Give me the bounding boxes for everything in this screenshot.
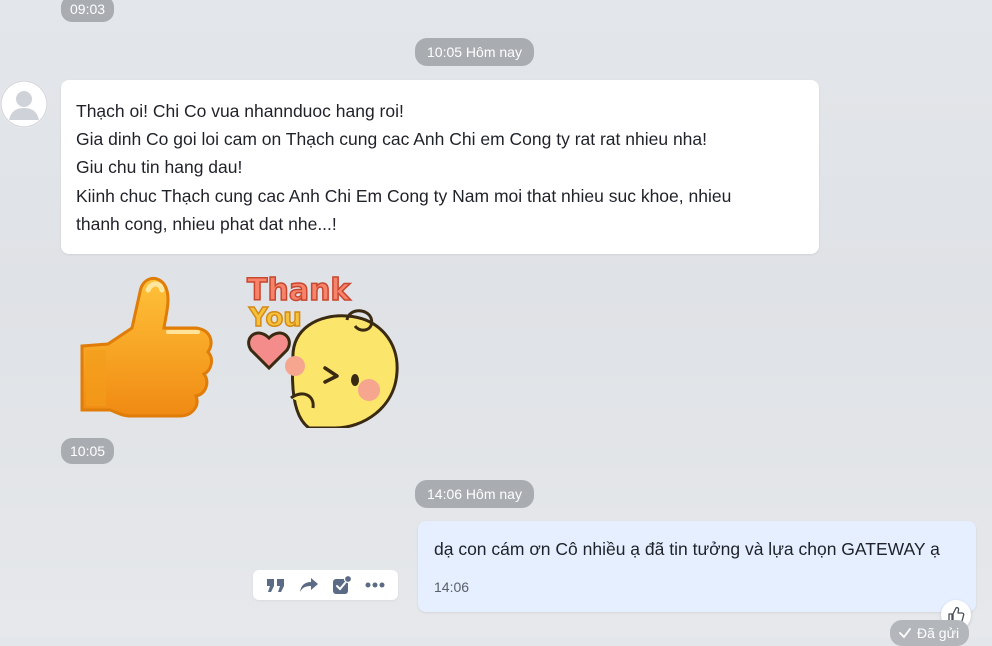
message-line: Kiinh chuc Thạch cung cac Anh Chi Em Con… xyxy=(76,185,732,206)
thank-you-sticker[interactable]: Thank You xyxy=(243,268,403,430)
message-action-toolbar xyxy=(253,570,398,600)
thumbs-up-sticker-icon xyxy=(80,276,213,418)
incoming-message-bubble[interactable]: Thạch oi! Chi Co vua nhannduoc hang roi!… xyxy=(61,80,819,254)
forward-icon xyxy=(299,578,318,592)
timestamp-pill: 09:03 xyxy=(61,0,115,22)
task-check-icon xyxy=(333,575,353,594)
thumbs-up-sticker[interactable] xyxy=(72,270,217,420)
timestamp-pill: 10:05 xyxy=(61,438,115,464)
forward-button[interactable] xyxy=(295,571,323,599)
message-time: 14:06 xyxy=(434,579,470,595)
date-separator: 14:06 Hôm nay xyxy=(415,480,534,508)
message-line: Giu chu tin hang dau! xyxy=(76,157,243,178)
quote-icon xyxy=(266,579,284,592)
outgoing-message-bubble[interactable]: dạ con cám ơn Cô nhiều ạ đã tin tưởng và… xyxy=(418,521,976,612)
task-button[interactable] xyxy=(328,571,356,599)
default-user-avatar-icon xyxy=(0,80,48,128)
sticker-you-text: You xyxy=(248,303,302,333)
quote-button[interactable] xyxy=(262,571,290,599)
message-line: Thạch oi! Chi Co vua nhannduoc hang roi! xyxy=(76,101,404,121)
message-line: thanh cong, nhieu phat dat nhe...! xyxy=(76,213,337,234)
date-separator: 10:05 Hôm nay xyxy=(415,38,534,66)
sent-status-label: Đã gửi xyxy=(917,625,960,641)
more-dots-icon xyxy=(365,582,385,588)
avatar[interactable] xyxy=(0,80,48,128)
message-line: Gia dinh Co goi loi cam on Thạch cung ca… xyxy=(76,129,708,150)
message-text: dạ con cám ơn Cô nhiều ạ đã tin tưởng và… xyxy=(434,539,940,559)
sent-status: Đã gửi xyxy=(890,620,970,646)
thank-you-sticker-icon: Thank You xyxy=(246,272,399,430)
more-options-button[interactable] xyxy=(361,571,389,599)
